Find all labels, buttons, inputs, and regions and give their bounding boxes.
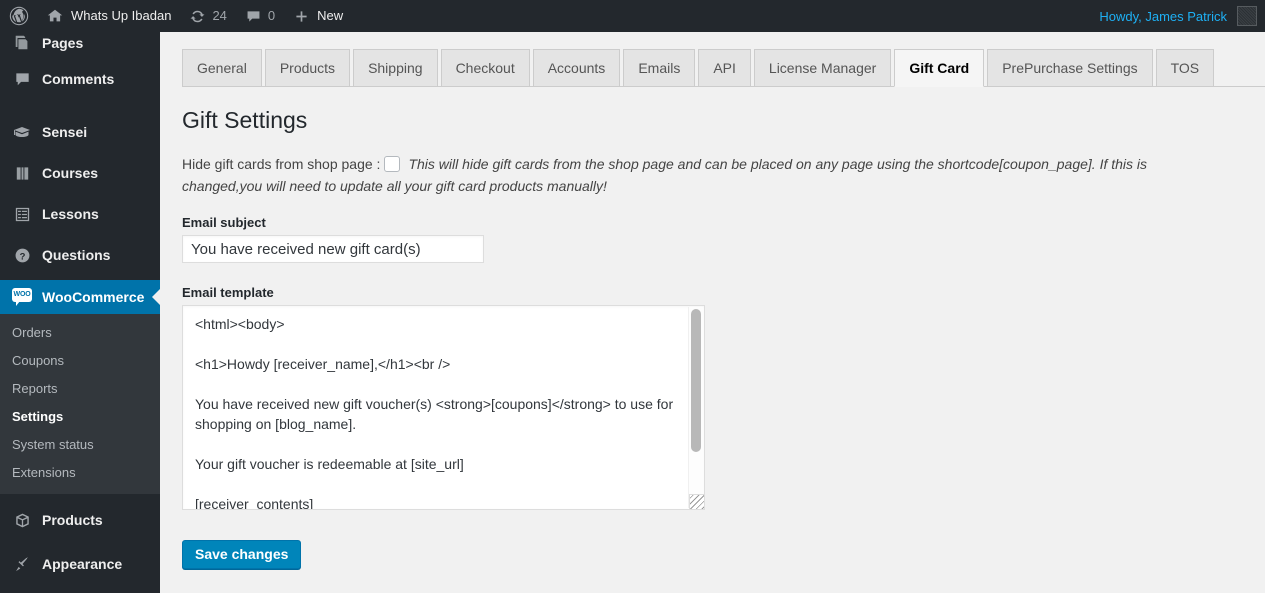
tab-emails[interactable]: Emails — [623, 49, 696, 87]
graduation-cap-icon — [12, 122, 32, 142]
svg-text:?: ? — [19, 251, 25, 262]
settings-tabs: General Products Shipping Checkout Accou… — [182, 49, 1265, 87]
gift-settings-form: Gift Settings Hide gift cards from shop … — [160, 106, 1265, 569]
sidebar-item-comments[interactable]: Comments — [0, 62, 160, 96]
hide-gift-cards-row: Hide gift cards from shop page : This wil… — [182, 153, 1157, 197]
scrollbar-thumb[interactable] — [691, 309, 701, 452]
sidebar-item-label: Pages — [42, 35, 84, 51]
page-title: Gift Settings — [182, 107, 308, 133]
tab-shipping[interactable]: Shipping — [353, 49, 438, 87]
email-subject-block: Email subject — [182, 215, 1265, 263]
submenu-item-reports[interactable]: Reports — [0, 375, 160, 403]
updates-menu[interactable]: 24 — [180, 0, 235, 32]
tab-prepurchase-settings[interactable]: PrePurchase Settings — [987, 49, 1153, 87]
tab-general[interactable]: General — [182, 49, 262, 87]
sidebar-item-label: Sensei — [42, 124, 88, 140]
site-name-menu[interactable]: Whats Up Ibadan — [37, 0, 180, 32]
comment-bubble-icon — [245, 8, 262, 25]
sidebar-item-label: Questions — [42, 247, 111, 263]
email-template-textarea[interactable]: <html><body> <h1>Howdy [receiver_name],<… — [182, 305, 705, 510]
hide-gift-cards-label: Hide gift cards from shop page : — [182, 156, 381, 172]
updates-refresh-icon — [189, 8, 206, 25]
new-content-menu[interactable]: New — [284, 0, 352, 32]
wordpress-logo-icon — [9, 6, 29, 26]
submenu-item-orders[interactable]: Orders — [0, 319, 160, 347]
sidebar-item-woocommerce[interactable]: WOO WooCommerce — [0, 280, 160, 314]
main-content: General Products Shipping Checkout Accou… — [160, 32, 1265, 593]
sidebar-item-label: WooCommerce — [42, 289, 145, 305]
home-icon — [46, 7, 64, 25]
tab-license-manager[interactable]: License Manager — [753, 49, 892, 87]
plus-icon — [293, 8, 310, 25]
sidebar-item-products[interactable]: Products — [0, 503, 160, 537]
book-icon — [12, 163, 32, 183]
tab-api[interactable]: API — [698, 49, 751, 87]
woocommerce-submenu: Orders Coupons Reports Settings System s… — [0, 314, 160, 494]
sidebar-item-label: Comments — [42, 71, 115, 87]
email-template-block: Email template <html><body> <h1>Howdy [r… — [182, 285, 1265, 510]
settings-tabs-wrapper: General Products Shipping Checkout Accou… — [160, 32, 1265, 88]
hide-gift-cards-checkbox[interactable] — [384, 156, 401, 172]
save-changes-button[interactable]: Save changes — [182, 540, 302, 569]
admin-bar: Whats Up Ibadan 24 0 New Howdy, James Pa… — [0, 0, 1265, 32]
updates-count: 24 — [212, 8, 227, 23]
pages-icon — [12, 34, 32, 50]
sidebar-item-questions[interactable]: ? Questions — [0, 238, 160, 272]
sidebar-item-label: Courses — [42, 165, 99, 181]
menu-divider — [0, 96, 160, 115]
tab-accounts[interactable]: Accounts — [532, 49, 621, 87]
submenu-item-system-status[interactable]: System status — [0, 431, 160, 459]
comments-menu[interactable]: 0 — [236, 0, 284, 32]
email-template-label: Email template — [182, 285, 274, 300]
sidebar-item-sensei[interactable]: Sensei — [0, 115, 160, 149]
sidebar-item-label: Lessons — [42, 206, 99, 222]
submenu-item-settings[interactable]: Settings — [0, 403, 160, 431]
new-content-label: New — [317, 8, 344, 23]
tab-checkout[interactable]: Checkout — [440, 49, 530, 87]
list-view-icon — [12, 204, 32, 224]
comment-bubble-icon — [12, 69, 32, 89]
sidebar-item-appearance[interactable]: Appearance — [0, 547, 160, 581]
sidebar-item-label: Products — [42, 512, 103, 528]
woocommerce-icon: WOO — [12, 288, 32, 306]
sidebar-item-lessons[interactable]: Lessons — [0, 197, 160, 231]
tab-products[interactable]: Products — [264, 49, 351, 87]
admin-bar-right: Howdy, James Patrick — [1087, 0, 1265, 32]
textarea-resize-handle[interactable] — [689, 494, 704, 509]
appearance-brush-icon — [12, 554, 32, 574]
email-subject-input[interactable] — [182, 235, 484, 263]
tab-gift-card[interactable]: Gift Card — [894, 49, 985, 87]
admin-menu-sidebar: Pages Comments Sensei Courses Lessons ? … — [0, 28, 160, 593]
textarea-scrollbar[interactable] — [688, 307, 703, 508]
submenu-item-coupons[interactable]: Coupons — [0, 347, 160, 375]
tab-tos[interactable]: TOS — [1155, 49, 1215, 87]
sidebar-item-courses[interactable]: Courses — [0, 156, 160, 190]
sidebar-item-label: Appearance — [42, 556, 123, 572]
question-mark-icon: ? — [12, 245, 32, 265]
menu-divider — [0, 537, 160, 547]
avatar[interactable] — [1237, 6, 1257, 26]
products-box-icon — [12, 510, 32, 530]
submenu-item-extensions[interactable]: Extensions — [0, 459, 160, 487]
sidebar-item-plugins[interactable]: Plugins 20 — [0, 587, 160, 593]
howdy-user-menu[interactable]: Howdy, James Patrick — [1087, 9, 1235, 24]
site-name-label: Whats Up Ibadan — [71, 8, 172, 23]
wp-logo-menu[interactable] — [0, 0, 37, 32]
email-subject-label: Email subject — [182, 215, 266, 230]
comments-count: 0 — [267, 8, 276, 23]
